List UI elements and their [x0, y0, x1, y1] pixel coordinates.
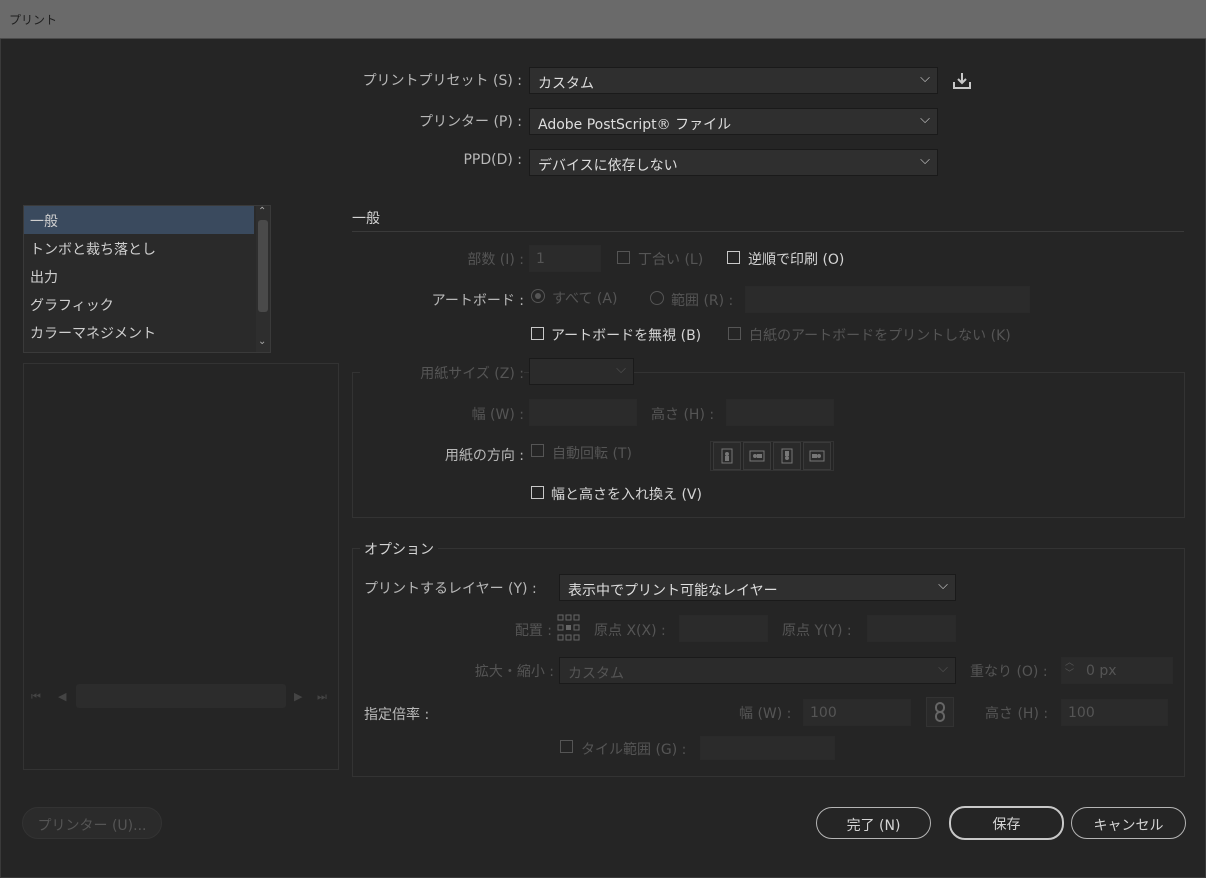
reverse-order-label: 逆順で印刷 (O): [748, 252, 845, 268]
range-field[interactable]: [745, 286, 1030, 313]
tile-range-label: タイル範囲 (G) :: [581, 742, 687, 758]
preset-value: カスタム: [538, 76, 594, 92]
chevron-down-icon: ⌵: [616, 362, 626, 377]
window-title: プリント: [9, 13, 58, 27]
origin-x-field[interactable]: [679, 615, 768, 642]
range-label: 範囲 (R) :: [671, 293, 734, 309]
ppd-select[interactable]: デバイスに依存しない ⌵: [529, 149, 938, 176]
printer-select[interactable]: Adobe PostScript® ファイル ⌵: [529, 108, 938, 135]
scrollbar-thumb[interactable]: [258, 220, 268, 312]
scaling-value: カスタム: [568, 666, 624, 682]
first-page-icon[interactable]: ⏮: [31, 690, 41, 704]
reverse-order-checkbox[interactable]: [727, 251, 740, 264]
swap-dimensions-label: 幅と高さを入れ換え (V): [551, 487, 702, 503]
list-item-marks-bleed[interactable]: トンボと裁ち落とし: [24, 234, 270, 262]
list-item-color-management[interactable]: カラーマネジメント: [24, 318, 270, 346]
list-scrollbar[interactable]: ⌃ ⌄: [256, 206, 270, 352]
printer-label: プリンター (P) :: [419, 114, 522, 130]
collate-checkbox[interactable]: [617, 251, 630, 264]
chevron-down-icon: ⌵: [920, 71, 930, 86]
portrait-flipped-icon[interactable]: [773, 442, 801, 470]
all-artboards-label: すべて (A): [552, 291, 618, 307]
print-layers-label: プリントするレイヤー (Y) :: [364, 581, 537, 597]
list-item-output[interactable]: 出力: [24, 262, 270, 290]
scale-height-label: 高さ (H) :: [985, 706, 1049, 722]
origin-x-label: 原点 X(X) :: [594, 623, 666, 639]
preview-panel: ⏮ ◀ ▶ ⏭: [23, 363, 339, 770]
ignore-artboards-label: アートボードを無視 (B): [551, 328, 702, 344]
ignore-artboards-checkbox[interactable]: [531, 327, 544, 340]
save-button[interactable]: 保存: [949, 806, 1064, 840]
artboard-label: アートボード :: [431, 293, 524, 309]
landscape-icon[interactable]: [743, 442, 771, 470]
width-label: 幅 (W) :: [471, 407, 524, 423]
paper-size-label: 用紙サイズ (Z) :: [360, 363, 524, 383]
list-item-general[interactable]: 一般: [24, 206, 254, 234]
cancel-button[interactable]: キャンセル: [1071, 807, 1186, 839]
page-slider[interactable]: [76, 684, 286, 708]
preset-label: プリントプリセット (S) :: [362, 73, 522, 89]
all-artboards-radio[interactable]: [531, 289, 545, 303]
scroll-down-icon[interactable]: ⌄: [258, 336, 266, 347]
scaling-label: 拡大・縮小 :: [474, 664, 554, 680]
scale-height-field[interactable]: 100: [1061, 699, 1168, 726]
scale-width-label: 幅 (W) :: [739, 706, 792, 722]
scroll-up-icon[interactable]: ⌃: [258, 206, 266, 217]
orientation-label: 用紙の方向 :: [444, 448, 524, 464]
ppd-value: デバイスに依存しない: [538, 158, 678, 174]
link-icon[interactable]: [926, 697, 954, 727]
width-field[interactable]: [529, 399, 637, 426]
ppd-label: PPD(D) :: [463, 152, 522, 168]
auto-rotate-label: 自動回転 (T): [552, 446, 632, 462]
orientation-group: [710, 441, 834, 471]
custom-scale-label: 指定倍率 :: [364, 707, 430, 723]
print-layers-value: 表示中でプリント可能なレイヤー: [568, 583, 778, 599]
height-label: 高さ (H) :: [651, 407, 715, 423]
done-button[interactable]: 完了 (N): [816, 807, 931, 839]
section-divider: [352, 231, 1184, 232]
scale-width-field[interactable]: 100: [803, 699, 911, 726]
copies-label: 部数 (I) :: [467, 252, 524, 268]
general-section-title: 一般: [352, 211, 380, 227]
origin-y-label: 原点 Y(Y) :: [782, 623, 852, 639]
stepper-icon[interactable]: ︿ ﹀: [1065, 658, 1074, 680]
reference-point-icon[interactable]: [557, 614, 581, 642]
title-bar: プリント: [0, 0, 1206, 39]
printer-button[interactable]: プリンター (U)...: [22, 807, 162, 839]
tile-range-checkbox[interactable]: [560, 740, 573, 753]
save-preset-icon[interactable]: [951, 71, 973, 91]
chevron-down-icon: ⌵: [920, 153, 930, 168]
skip-blank-checkbox[interactable]: [728, 327, 741, 340]
print-layers-select[interactable]: 表示中でプリント可能なレイヤー ⌵: [559, 574, 956, 601]
portrait-icon[interactable]: [713, 442, 741, 470]
chevron-down-icon: ⌵: [920, 112, 930, 127]
preset-select[interactable]: カスタム ⌵: [529, 67, 938, 94]
auto-rotate-checkbox[interactable]: [531, 444, 544, 457]
height-field[interactable]: [726, 399, 834, 426]
landscape-flipped-icon[interactable]: [803, 442, 831, 470]
category-list[interactable]: 一般 トンボと裁ち落とし 出力 グラフィック カラーマネジメント 詳細 ⌃ ⌄: [23, 205, 271, 353]
last-page-icon[interactable]: ⏭: [317, 690, 327, 704]
next-page-icon[interactable]: ▶: [294, 690, 302, 703]
placement-label: 配置 :: [514, 623, 552, 639]
swap-dimensions-checkbox[interactable]: [531, 486, 544, 499]
scaling-select[interactable]: カスタム ⌵: [559, 657, 956, 684]
overlap-field[interactable]: 0 px: [1061, 657, 1173, 684]
range-radio[interactable]: [650, 291, 664, 305]
paper-size-select[interactable]: ⌵: [529, 358, 634, 385]
printer-value: Adobe PostScript® ファイル: [538, 117, 732, 133]
prev-page-icon[interactable]: ◀: [58, 690, 66, 703]
list-item-graphics[interactable]: グラフィック: [24, 290, 270, 318]
collate-label: 丁合い (L): [638, 252, 704, 268]
skip-blank-label: 白紙のアートボードをプリントしない (K): [749, 328, 1011, 344]
copies-field[interactable]: 1: [529, 245, 601, 272]
list-item-advanced[interactable]: 詳細: [24, 346, 270, 352]
options-section-title: オプション: [360, 539, 438, 559]
overlap-label: 重なり (O) :: [970, 664, 1048, 680]
origin-y-field[interactable]: [867, 615, 956, 642]
tile-range-field[interactable]: [700, 736, 835, 760]
chevron-down-icon: ⌵: [938, 578, 948, 593]
chevron-down-icon: ⌵: [938, 661, 948, 676]
